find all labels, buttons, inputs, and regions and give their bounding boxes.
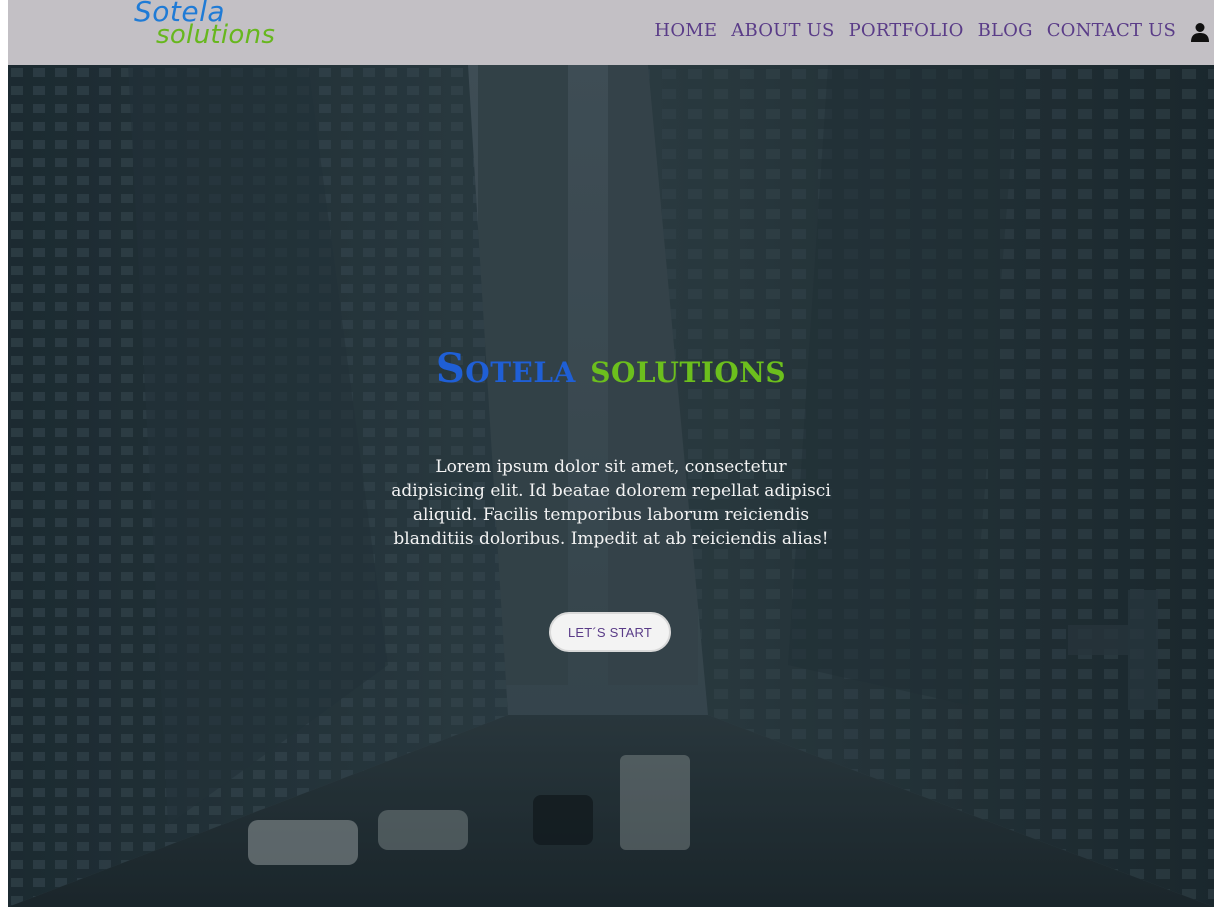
nav-blog[interactable]: BLOG xyxy=(978,20,1033,41)
hero-title: Sotela solutions xyxy=(8,345,1214,392)
nav-about-us[interactable]: ABOUT US xyxy=(731,20,834,41)
hero-title-part-2: solutions xyxy=(590,345,787,392)
page: Sotela solutions HOME ABOUT US PORTFOLIO… xyxy=(8,0,1214,907)
hero-section: Sotela solutions Lorem ipsum dolor sit a… xyxy=(8,65,1214,907)
main-nav: HOME ABOUT US PORTFOLIO BLOG CONTACT US xyxy=(654,20,1176,41)
nav-home[interactable]: HOME xyxy=(654,20,717,41)
lets-start-button[interactable]: LET´S START xyxy=(549,612,671,652)
user-icon[interactable] xyxy=(1190,22,1210,42)
nav-contact-us[interactable]: CONTACT US xyxy=(1047,20,1176,41)
nav-portfolio[interactable]: PORTFOLIO xyxy=(849,20,964,41)
hero-title-part-1: Sotela xyxy=(435,345,576,392)
hero-description: Lorem ipsum dolor sit amet, consectetur … xyxy=(391,457,831,549)
brand-logo[interactable]: Sotela solutions xyxy=(134,0,294,54)
user-icon-svg xyxy=(1191,23,1209,42)
logo-line-2: solutions xyxy=(156,20,276,50)
navbar: Sotela solutions HOME ABOUT US PORTFOLIO… xyxy=(8,0,1214,65)
